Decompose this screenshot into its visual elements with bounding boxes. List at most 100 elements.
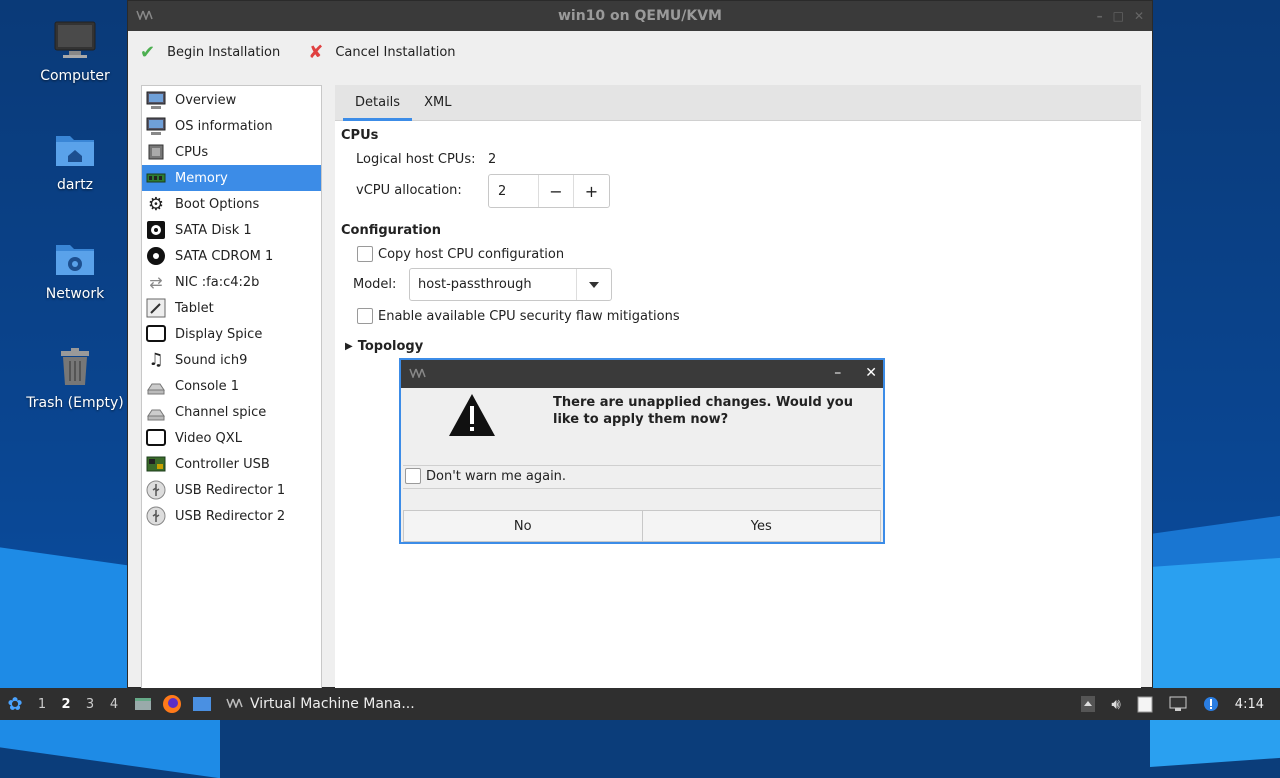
- sidebar-item-sound-ich9[interactable]: ♫ Sound ich9: [142, 347, 321, 373]
- file-manager-icon[interactable]: [134, 696, 152, 712]
- sidebar-item-tablet[interactable]: Tablet: [142, 295, 321, 321]
- minimize-icon[interactable]: –: [1097, 9, 1103, 23]
- vm-details-window: win10 on QEMU/KVM – □ ✕ ✔ Begin Installa…: [127, 0, 1153, 689]
- sidebar-item-channel-spice[interactable]: Channel spice: [142, 399, 321, 425]
- sidebar-item-label: Boot Options: [175, 196, 260, 212]
- desktop-icon-label: dartz: [56, 177, 94, 193]
- network-status-icon[interactable]: [1169, 696, 1187, 712]
- sidebar-item-display-spice[interactable]: Display Spice: [142, 321, 321, 347]
- sidebar-item-boot-options[interactable]: ⚙ Boot Options: [142, 191, 321, 217]
- sidebar-item-console-1[interactable]: Console 1: [142, 373, 321, 399]
- desktop-icon-network[interactable]: Network: [20, 236, 130, 302]
- cpu-mitigations-checkbox[interactable]: Enable available CPU security flaw mitig…: [357, 308, 680, 324]
- sidebar-item-nic[interactable]: ⇄ NIC :fa:c4:2b: [142, 269, 321, 295]
- yes-button[interactable]: Yes: [642, 510, 881, 542]
- sidebar-item-os-information[interactable]: OS information: [142, 113, 321, 139]
- vcpu-increment-button[interactable]: +: [574, 175, 609, 207]
- sidebar-item-label: OS information: [175, 118, 273, 134]
- cpu-model-value[interactable]: host-passthrough: [410, 269, 577, 300]
- window-titlebar[interactable]: win10 on QEMU/KVM – □ ✕: [128, 1, 1152, 31]
- desktop-icon-home[interactable]: dartz: [20, 127, 130, 193]
- no-button[interactable]: No: [403, 510, 643, 542]
- sidebar-item-sata-cdrom-1[interactable]: SATA CDROM 1: [142, 243, 321, 269]
- sidebar-item-label: SATA Disk 1: [175, 222, 252, 238]
- model-label: Model:: [353, 277, 397, 292]
- workspace-2[interactable]: 2: [54, 697, 78, 712]
- begin-installation-label: Begin Installation: [167, 44, 281, 60]
- close-icon[interactable]: ✕: [1134, 9, 1144, 23]
- logical-host-cpus-label: Logical host CPUs:: [356, 152, 476, 167]
- tab-details[interactable]: Details: [343, 85, 413, 121]
- desktop-icon-trash[interactable]: Trash (Empty): [20, 345, 130, 411]
- warning-icon: [447, 392, 497, 442]
- checkbox-box[interactable]: [405, 468, 421, 484]
- hardware-list: Overview OS information CPUs Memory ⚙ Bo…: [141, 85, 322, 689]
- toolbar: ✔ Begin Installation ✘ Cancel Installati…: [128, 31, 1152, 73]
- vcpu-allocation-input[interactable]: 2: [489, 175, 539, 207]
- dialog-minimize-icon[interactable]: –: [834, 365, 841, 381]
- volume-icon[interactable]: 🔊︎: [1111, 695, 1120, 713]
- start-menu-icon[interactable]: ✿: [0, 694, 30, 715]
- sidebar-item-label: USB Redirector 2: [175, 508, 286, 524]
- sidebar-item-overview[interactable]: Overview: [142, 87, 321, 113]
- desktop-icon[interactable]: [192, 695, 212, 713]
- workspace-3[interactable]: 3: [78, 697, 102, 712]
- copy-host-cpu-checkbox[interactable]: Copy host CPU configuration: [357, 246, 564, 262]
- tab-xml[interactable]: XML: [412, 85, 463, 120]
- network-icon: ⇄: [149, 272, 163, 292]
- disk-icon: [145, 219, 167, 241]
- desktop-icon-computer[interactable]: Computer: [20, 18, 130, 84]
- maximize-icon[interactable]: □: [1113, 9, 1124, 23]
- video-icon: [145, 427, 167, 449]
- cancel-x-icon: ✘: [308, 41, 324, 63]
- begin-installation-button[interactable]: ✔ Begin Installation: [140, 42, 280, 63]
- cancel-installation-button[interactable]: ✘ Cancel Installation: [308, 42, 455, 63]
- cpu-mitigations-label: Enable available CPU security flaw mitig…: [378, 308, 680, 324]
- gear-icon: ⚙: [147, 193, 165, 215]
- taskbar-app-virt-manager[interactable]: Virtual Machine Mana...: [226, 696, 415, 712]
- dialog-close-icon[interactable]: ✕: [865, 365, 877, 381]
- copy-host-cpu-label: Copy host CPU configuration: [378, 246, 565, 262]
- network-folder-icon: [53, 236, 97, 280]
- cpus-section-title: CPUs: [341, 128, 379, 143]
- vcpu-decrement-button[interactable]: −: [539, 175, 574, 207]
- sidebar-item-video-qxl[interactable]: Video QXL: [142, 425, 321, 451]
- vcpu-allocation-spinner: 2 − +: [488, 174, 610, 208]
- sidebar-item-label: Console 1: [175, 378, 240, 394]
- clock[interactable]: 4:14: [1235, 697, 1264, 712]
- checkbox-box[interactable]: [357, 246, 373, 262]
- sidebar-item-usb-redirector-1[interactable]: USB Redirector 1: [142, 477, 321, 503]
- display-icon: [145, 323, 167, 345]
- firefox-icon[interactable]: [162, 694, 182, 714]
- channel-icon: [145, 401, 167, 423]
- controller-icon: [145, 453, 167, 475]
- chevron-down-icon[interactable]: [577, 269, 611, 300]
- monitor-icon: [145, 115, 167, 137]
- desktop-icon-label: Trash (Empty): [26, 395, 124, 411]
- sound-icon: ♫: [148, 350, 164, 370]
- cancel-installation-label: Cancel Installation: [335, 44, 456, 60]
- sidebar-item-sata-disk-1[interactable]: SATA Disk 1: [142, 217, 321, 243]
- cpu-icon: [145, 141, 167, 163]
- sidebar-item-memory[interactable]: Memory: [142, 165, 321, 191]
- sidebar-item-label: USB Redirector 1: [175, 482, 286, 498]
- tray-up-icon[interactable]: [1081, 696, 1096, 712]
- cpu-model-combobox[interactable]: host-passthrough: [409, 268, 612, 301]
- dialog-button-row: No Yes: [403, 510, 881, 542]
- notification-icon[interactable]: [1203, 696, 1219, 712]
- taskbar-app-label: Virtual Machine Mana...: [250, 696, 415, 712]
- memory-icon: [145, 167, 167, 189]
- clipboard-icon[interactable]: [1137, 695, 1153, 713]
- cdrom-icon: [145, 245, 167, 267]
- sidebar-item-usb-redirector-2[interactable]: USB Redirector 2: [142, 503, 321, 529]
- sidebar-item-controller-usb[interactable]: Controller USB: [142, 451, 321, 477]
- dont-warn-checkbox[interactable]: Don't warn me again.: [405, 468, 566, 484]
- sidebar-item-label: Memory: [175, 170, 228, 186]
- checkbox-box[interactable]: [357, 308, 373, 324]
- taskbar: ✿ 1 2 3 4 Virtual Machine Mana... 🔊︎ 4:1…: [0, 688, 1280, 720]
- dialog-titlebar[interactable]: – ✕: [401, 360, 883, 388]
- workspace-4[interactable]: 4: [102, 697, 126, 712]
- sidebar-item-cpus[interactable]: CPUs: [142, 139, 321, 165]
- workspace-1[interactable]: 1: [30, 697, 54, 712]
- topology-expander[interactable]: ▶ Topology: [345, 339, 423, 354]
